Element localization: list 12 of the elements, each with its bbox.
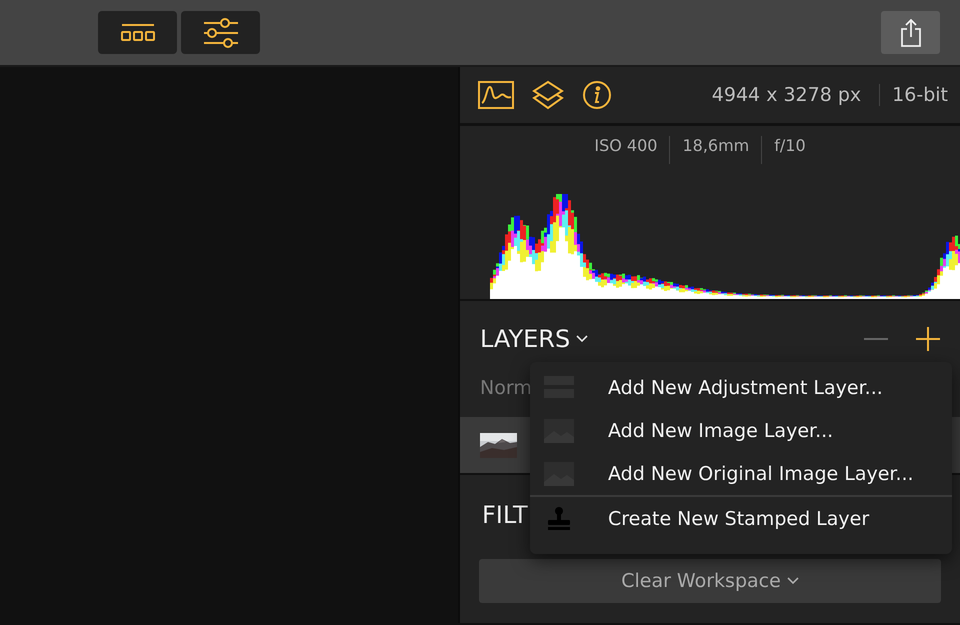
bit-depth: 16-bit	[879, 84, 948, 106]
exif-value: 18,6mm	[669, 136, 762, 164]
menu-item[interactable]: Add New Original Image Layer...	[530, 452, 952, 495]
menu-item[interactable]: Add New Adjustment Layer...	[530, 366, 952, 409]
menu-item[interactable]: Add New Image Layer...	[530, 409, 952, 452]
image-dimensions: 4944 x 3278 px	[712, 84, 862, 106]
exif-value: ISO 400	[593, 136, 658, 157]
menu-item[interactable]: Create New Stamped Layer	[530, 497, 952, 540]
filters-title: FILT	[482, 501, 528, 529]
layers-title: LAYERS	[480, 325, 570, 353]
workspace-dropdown[interactable]: Clear Workspace	[479, 559, 941, 603]
exif-value: f/10	[761, 136, 818, 164]
